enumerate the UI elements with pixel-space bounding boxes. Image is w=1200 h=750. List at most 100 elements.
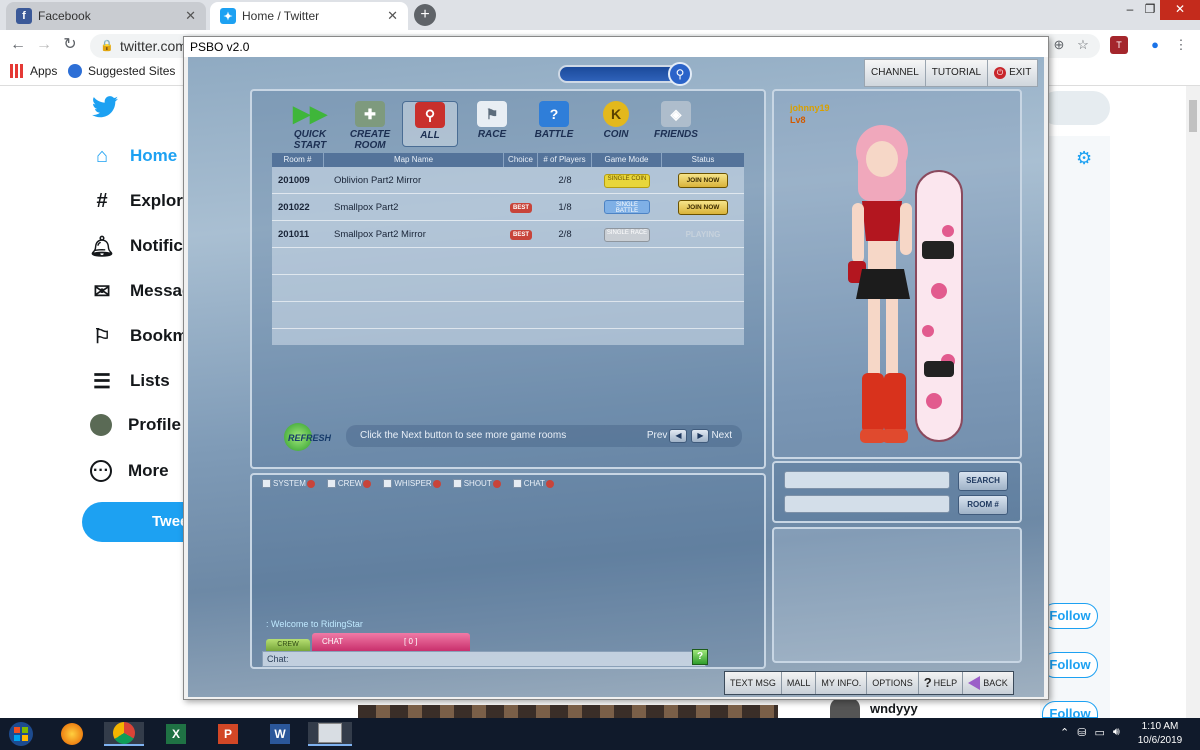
word-icon[interactable]: W (260, 722, 300, 746)
nav-more[interactable]: ··· More (90, 460, 169, 482)
game-mode-cell: SINGLE RACE (592, 226, 662, 242)
bookmark-suggested-sites[interactable]: Suggested Sites (68, 64, 175, 78)
windows-start-icon[interactable] (4, 721, 38, 747)
race-filter-button[interactable]: ⚑ RACE (464, 101, 520, 147)
nav-messages[interactable]: ✉ Messag (90, 279, 193, 303)
help-button[interactable]: ? HELP (919, 672, 964, 694)
chat-filter-system[interactable]: SYSTEM (262, 479, 315, 488)
chat-filter-whisper[interactable]: WHISPER (383, 479, 441, 488)
join-now-button[interactable]: JOIN NOW (678, 199, 728, 215)
lock-icon: 🔒 (100, 40, 114, 52)
create-room-button[interactable]: ✚ CREATE ROOM (342, 101, 398, 151)
nav-explore[interactable]: # Explore (90, 189, 192, 213)
playing-status: PLAYING (685, 229, 721, 239)
taskbar-clock[interactable]: 1:10 AM 10/6/2019 (1130, 720, 1190, 748)
scrollbar-thumb[interactable] (1189, 100, 1197, 132)
star-icon[interactable]: ☆ (1074, 36, 1092, 54)
all-rooms-button[interactable]: ⚲ ALL (402, 101, 458, 147)
checkbox[interactable] (262, 479, 271, 488)
windows-taskbar: X P W ⌃ ⛁ ▭ 🔊︎ 1:10 AM 10/6/2019 (0, 718, 1200, 750)
bookmark-apps[interactable]: Apps (10, 64, 57, 78)
chat-help-icon[interactable]: ? (692, 649, 708, 665)
settings-gear-icon[interactable]: ⚙ (1076, 148, 1092, 169)
close-icon[interactable]: ✕ (185, 8, 196, 24)
checkbox[interactable] (383, 479, 393, 488)
clock-date: 10/6/2019 (1137, 735, 1183, 746)
chat-input[interactable]: Chat: (262, 651, 706, 667)
follow-button[interactable]: Follow (1042, 701, 1098, 718)
coin-filter-button[interactable]: K COIN (588, 101, 644, 147)
add-icon[interactable]: ⊕ (1050, 36, 1068, 54)
join-now-button[interactable]: JOIN NOW (678, 172, 728, 188)
tray-expand-icon[interactable]: ⌃ (1060, 726, 1069, 739)
tab-twitter[interactable]: ✦ Home / Twitter ✕ (210, 2, 408, 30)
nav-home[interactable]: ⌂ Home (90, 144, 177, 168)
column-header: Room # (272, 153, 324, 167)
checkbox[interactable] (452, 479, 462, 488)
quick-start-button[interactable]: ▶▶ QUICK START (282, 101, 338, 151)
follow-button[interactable]: Follow (1042, 652, 1098, 678)
crew-chat-tab[interactable]: CREW (266, 639, 310, 651)
battle-filter-button[interactable]: ? BATTLE (526, 101, 582, 147)
nav-bookmarks[interactable]: ⚐ Bookm (90, 324, 188, 348)
psbo-icon[interactable] (308, 722, 352, 746)
exit-button[interactable]: ⏻ EXIT (988, 60, 1037, 86)
battery-icon[interactable]: ▭ (1094, 726, 1104, 739)
search-button[interactable]: SEARCH (958, 471, 1008, 491)
excel-icon[interactable]: X (156, 722, 196, 746)
extension-icon[interactable]: T (1110, 36, 1128, 54)
tutorial-button[interactable]: TUTORIAL (926, 60, 989, 86)
room-number-input[interactable] (784, 495, 950, 513)
search-input[interactable] (784, 471, 950, 489)
chat-filter-chat[interactable]: CHAT (512, 479, 554, 488)
page-scrollbar[interactable] (1186, 86, 1200, 718)
powerpoint-icon[interactable]: P (208, 722, 248, 746)
new-tab-button[interactable]: + (414, 4, 436, 26)
prev-arrow-icon[interactable]: ◀ (669, 429, 688, 443)
mall-button[interactable]: MALL (782, 672, 817, 694)
checkbox[interactable] (512, 479, 522, 488)
firefox-icon[interactable] (52, 722, 92, 746)
back-arrow-icon[interactable]: ← (8, 35, 28, 55)
single-battle-badge: SINGLE BATTLE (604, 199, 650, 214)
close-icon[interactable]: ✕ (387, 8, 398, 24)
top-search-bar[interactable]: ⚲ (558, 62, 692, 86)
room-row[interactable]: 201022 Smallpox Part2 BEST 1/8 SINGLE BA… (272, 194, 744, 221)
refresh-button[interactable]: REFRESH (282, 421, 332, 455)
twitter-logo-icon[interactable] (92, 96, 118, 118)
profile-icon[interactable]: ● (1146, 36, 1164, 54)
reload-icon[interactable]: ↻ (60, 35, 80, 55)
room-row[interactable]: 201009 Oblivion Part2 Mirror 2/8 SINGLE … (272, 167, 744, 194)
chat-filter-crew[interactable]: CREW (326, 479, 372, 488)
next-arrow-icon[interactable]: ▶ (691, 429, 710, 443)
chrome-icon[interactable] (104, 722, 144, 746)
magnifier-icon[interactable]: ⚲ (668, 62, 692, 86)
friends-filter-button[interactable]: ◈ FRIENDS (648, 101, 704, 147)
back-button[interactable]: BACK (963, 672, 1013, 694)
suggested-user[interactable]: wndyyy (830, 698, 918, 718)
checkbox[interactable] (326, 479, 336, 488)
text-msg-button[interactable]: TEXT MSG (725, 672, 782, 694)
system-tray: ⌃ ⛁ ▭ 🔊︎ (1060, 726, 1120, 739)
nav-notifications[interactable]: 🔔︎ Notific (89, 234, 183, 258)
mail-icon: ✉ (93, 280, 111, 303)
nav-label: More (128, 461, 169, 480)
twitter-search-input[interactable] (1040, 91, 1110, 125)
filter-off-icon (545, 479, 554, 488)
network-icon[interactable]: ⛁ (1077, 726, 1086, 739)
channel-button[interactable]: CHANNEL (865, 60, 926, 86)
nav-profile[interactable]: Profile (90, 414, 181, 436)
tab-facebook[interactable]: f Facebook ✕ (6, 2, 206, 30)
volume-icon[interactable]: 🔊︎ (1113, 726, 1120, 739)
nav-lists[interactable]: ☰ Lists (90, 369, 170, 393)
window-close-button[interactable]: ✕ (1160, 0, 1200, 20)
chat-tab[interactable]: CHAT [ 0 ] (312, 633, 470, 651)
chat-filter-shout[interactable]: SHOUT (452, 479, 501, 488)
follow-button[interactable]: Follow (1042, 603, 1098, 629)
my-info-button[interactable]: MY INFO. (816, 672, 868, 694)
options-button[interactable]: OPTIONS (867, 672, 919, 694)
forward-arrow-icon[interactable]: → (34, 35, 54, 55)
room-number-button[interactable]: ROOM # (958, 495, 1008, 515)
room-row[interactable]: 201011 Smallpox Part2 Mirror BEST 2/8 SI… (272, 221, 744, 248)
menu-icon[interactable]: ⋮ (1172, 36, 1190, 54)
